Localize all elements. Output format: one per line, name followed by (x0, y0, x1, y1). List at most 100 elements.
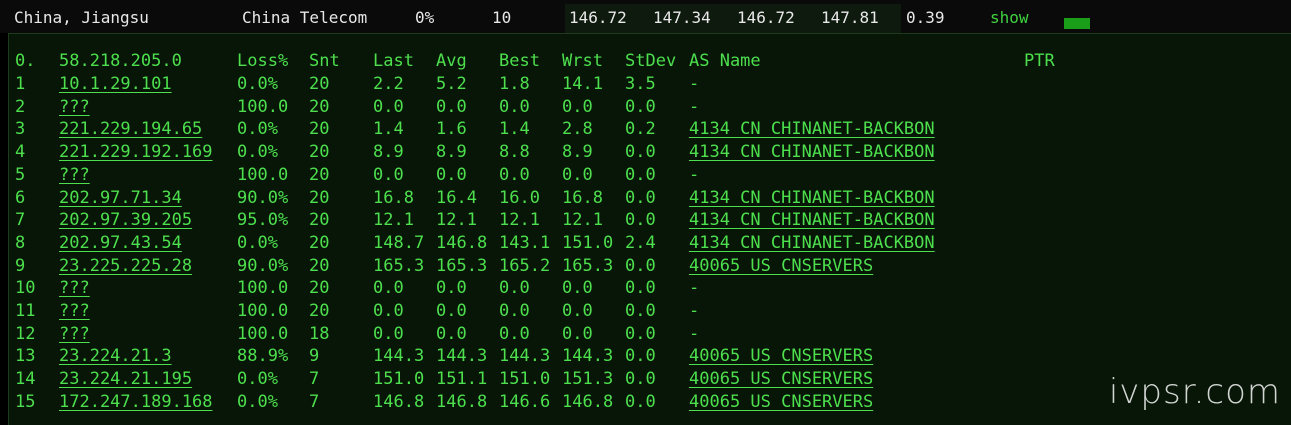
show-link[interactable]: show (990, 0, 1029, 33)
cell-snt: 20 (309, 255, 330, 276)
cell-loss: 100.0 (237, 301, 289, 321)
summary-loss: 0% (415, 8, 435, 27)
cell-stdev: 0.0 (625, 255, 656, 276)
cell-loss: 90.0% (237, 255, 289, 276)
cell-host[interactable]: 202.97.43.54 (59, 232, 182, 255)
table-row: 13 23.224.21.3 88.9% 9 144.3 144.3 144.3 144.3 0… (9, 345, 1291, 368)
cell-as-name[interactable]: 4134 CN CHINANET-BACKBON (689, 118, 935, 141)
cell-host[interactable]: ??? (59, 164, 90, 187)
cell-as-name[interactable]: 40065 US CNSERVERS (689, 345, 873, 368)
table-row: 15 172.247.189.168 0.0% 7 146.8 146.8 146.6 146… (9, 391, 1291, 414)
cell-snt: 20 (309, 210, 330, 231)
cell-host[interactable]: 172.247.189.168 (59, 391, 213, 414)
header-best: Best (499, 51, 540, 71)
header-host: 58.218.205.0 (59, 51, 182, 71)
cell-avg: 0.0 (436, 301, 467, 321)
cell-host[interactable]: ??? (59, 323, 90, 346)
cell-host[interactable]: 221.229.192.169 (59, 141, 213, 164)
cell-avg: 146.8 (436, 232, 488, 253)
cell-loss: 100.0 (237, 96, 289, 117)
cell-as-name[interactable]: 4134 CN CHINANET-BACKBON (689, 141, 935, 164)
cell-host[interactable]: 10.1.29.101 (59, 73, 172, 96)
cell-hop: 13 (15, 346, 36, 367)
cell-snt: 9 (309, 346, 320, 367)
cell-avg: 0.0 (436, 164, 467, 185)
cell-host[interactable]: ??? (59, 277, 90, 300)
cell-host[interactable]: 202.97.39.205 (59, 209, 192, 232)
header-stdev: StDev (625, 51, 677, 71)
cell-avg: 8.9 (436, 142, 467, 163)
cell-last: 16.8 (373, 187, 414, 208)
cell-as-name[interactable]: 40065 US CNSERVERS (689, 391, 873, 414)
cell-last: 148.7 (373, 232, 425, 253)
cell-stdev: 0.0 (625, 96, 656, 117)
cell-last: 151.0 (373, 369, 425, 390)
cell-host[interactable]: 202.97.71.34 (59, 187, 182, 210)
summary-best: 146.72 (737, 8, 795, 27)
cell-as-name[interactable]: 40065 US CNSERVERS (689, 255, 873, 278)
summary-worst: 147.81 (821, 8, 879, 27)
header-avg: Avg (436, 51, 467, 71)
cell-wrst: 0.0 (562, 96, 593, 117)
cell-wrst: 14.1 (562, 74, 603, 94)
cell-stdev: 0.0 (625, 301, 656, 321)
cell-as-name[interactable]: 4134 CN CHINANET-BACKBON (689, 209, 935, 232)
cell-stdev: 0.0 (625, 391, 656, 412)
cell-best: 143.1 (499, 232, 551, 253)
cell-wrst: 8.9 (562, 142, 593, 163)
summary-sent: 10 (492, 8, 512, 27)
cell-host[interactable]: 23.224.21.195 (59, 368, 192, 391)
cell-stdev: 0.0 (625, 187, 656, 208)
table-row: 12??? 100.0 18 0.0 0.0 0.0 0.0 0.0 - (9, 323, 1291, 346)
table-row: 11??? 100.0 20 0.0 0.0 0.0 0.0 0.0 - (9, 300, 1291, 323)
cell-best: 144.3 (499, 346, 551, 367)
cell-host[interactable]: 23.224.21.3 (59, 345, 172, 368)
cell-avg: 144.3 (436, 346, 488, 367)
loss-bar-indicator (1064, 18, 1090, 29)
header-last: Last (373, 51, 414, 71)
cell-loss: 0.0% (237, 369, 278, 390)
header-as-name: AS Name (689, 51, 761, 71)
cell-as-name[interactable]: 4134 CN CHINANET-BACKBON (689, 232, 935, 255)
summary-isp: China Telecom (242, 8, 368, 27)
cell-snt: 20 (309, 301, 330, 321)
cell-last: 0.0 (373, 301, 404, 321)
cell-loss: 88.9% (237, 346, 289, 367)
cell-snt: 20 (309, 187, 330, 208)
cell-host[interactable]: 23.225.225.28 (59, 255, 192, 278)
cell-best: 12.1 (499, 210, 540, 231)
cell-as-name[interactable]: 4134 CN CHINANET-BACKBON (689, 187, 935, 210)
cell-hop: 6 (15, 187, 26, 208)
cell-snt: 7 (309, 391, 320, 412)
cell-as-name: - (689, 323, 700, 344)
cell-best: 0.0 (499, 278, 530, 299)
cell-host[interactable]: ??? (59, 300, 90, 323)
cell-wrst: 165.3 (562, 255, 614, 276)
table-row: 6 202.97.71.34 90.0% 20 16.8 16.4 16.0 16.8 0.0 4… (9, 187, 1291, 210)
cell-avg: 0.0 (436, 96, 467, 117)
cell-hop: 7 (15, 210, 26, 231)
cell-snt: 20 (309, 278, 330, 299)
header-snt: Snt (309, 51, 340, 71)
cell-last: 0.0 (373, 278, 404, 299)
cell-snt: 20 (309, 142, 330, 163)
header-loss: Loss% (237, 51, 289, 71)
cell-avg: 5.2 (436, 74, 467, 94)
summary-stdev: 0.39 (906, 8, 945, 27)
cell-snt: 7 (309, 369, 320, 390)
cell-snt: 18 (309, 323, 330, 344)
cell-hop: 12 (15, 323, 36, 344)
cell-host[interactable]: ??? (59, 96, 90, 119)
cell-host[interactable]: 221.229.194.65 (59, 118, 202, 141)
cell-last: 12.1 (373, 210, 414, 231)
cell-hop: 11 (15, 301, 36, 321)
cell-loss: 100.0 (237, 278, 289, 299)
cell-last: 0.0 (373, 164, 404, 185)
cell-snt: 20 (309, 74, 330, 94)
cell-last: 165.3 (373, 255, 425, 276)
table-row: 9 23.225.225.28 90.0% 20 165.3 165.3 165.2 165.… (9, 255, 1291, 278)
cell-hop: 14 (15, 369, 36, 390)
cell-as-name[interactable]: 40065 US CNSERVERS (689, 368, 873, 391)
cell-last: 146.8 (373, 391, 425, 412)
cell-best: 1.8 (499, 74, 530, 94)
